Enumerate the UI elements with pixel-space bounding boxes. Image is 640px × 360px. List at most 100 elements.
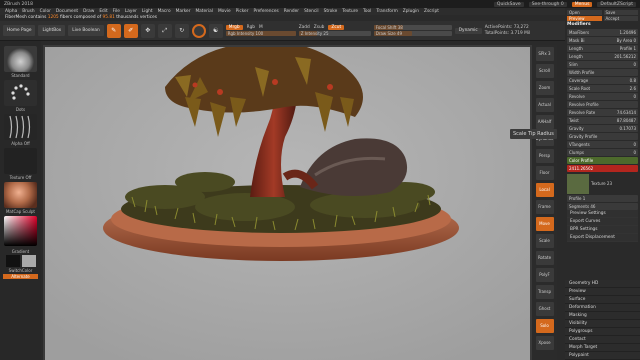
- menu-stroke[interactable]: Stroke: [324, 9, 338, 14]
- export-displacement-item[interactable]: Export Displacement: [567, 234, 638, 242]
- surface-item[interactable]: Surface: [565, 296, 640, 304]
- modifier-row[interactable]: Color Profile: [567, 157, 638, 164]
- menu-document[interactable]: Document: [56, 9, 78, 14]
- local-button[interactable]: Local: [535, 183, 554, 197]
- actual-button[interactable]: Actual: [535, 98, 554, 112]
- modifier-row[interactable]: Revolve Profile: [567, 101, 638, 108]
- spix-button[interactable]: SPix 3: [535, 47, 554, 61]
- menu-stencil[interactable]: Stencil: [304, 9, 319, 14]
- move-view-button[interactable]: Move: [535, 217, 554, 231]
- zoom-button[interactable]: Zoom: [535, 81, 554, 95]
- menu-texture[interactable]: Texture: [342, 9, 358, 14]
- alternate-button[interactable]: Alternate: [3, 274, 38, 279]
- masking-item[interactable]: Masking: [565, 312, 640, 320]
- contact-item[interactable]: Contact: [565, 336, 640, 344]
- menu-color[interactable]: Color: [40, 9, 51, 14]
- polygroups-item[interactable]: Polygroups: [565, 328, 640, 336]
- color-swatch-button[interactable]: ☯: [208, 23, 223, 38]
- menu-edit[interactable]: Edit: [99, 9, 107, 14]
- preview-settings-item[interactable]: Preview Settings: [567, 210, 638, 218]
- switchcolor-label[interactable]: SwitchColor: [3, 268, 38, 273]
- xpose-button[interactable]: Xpose: [535, 336, 554, 350]
- menu-zplugin[interactable]: Zplugin: [403, 9, 419, 14]
- dynamic-button[interactable]: Dynamic: [454, 27, 482, 34]
- ghost-button[interactable]: Ghost: [535, 302, 554, 316]
- bpr-settings-item[interactable]: BPR Settings: [567, 226, 638, 234]
- modifier-row[interactable]: Slim 0: [567, 61, 638, 68]
- m-button[interactable]: M: [259, 25, 263, 30]
- zcut-button[interactable]: Zcut: [328, 25, 345, 30]
- menu-draw[interactable]: Draw: [83, 9, 94, 14]
- rotate-view-button[interactable]: Rotate: [535, 251, 554, 265]
- default-zscript-button[interactable]: DefaultZScript: [597, 1, 636, 7]
- transp-button[interactable]: Transp: [535, 285, 554, 299]
- modifiers-header[interactable]: Modifiers: [567, 22, 638, 28]
- document-canvas[interactable]: [45, 47, 530, 360]
- material-selector[interactable]: [4, 182, 37, 208]
- lightbox-tab[interactable]: LightBox: [38, 25, 66, 36]
- menu-alpha[interactable]: Alpha: [5, 9, 17, 14]
- mrgb-button[interactable]: Mrgb: [225, 25, 243, 30]
- home-page-tab[interactable]: Home Page: [3, 25, 36, 36]
- modifier-row[interactable]: Revolve Rate 74.63414: [567, 109, 638, 116]
- geometry-hd-item[interactable]: Geometry HD: [565, 280, 640, 288]
- modifier-row[interactable]: Width Profile: [567, 69, 638, 76]
- polypaint-item[interactable]: Polypaint: [565, 352, 640, 360]
- edit-mode-button[interactable]: ✎: [106, 23, 121, 38]
- rgb-button[interactable]: Rgb: [247, 25, 255, 30]
- modifier-row[interactable]: Length Profile 1: [567, 45, 638, 52]
- zsub-button[interactable]: Zsub: [314, 25, 325, 30]
- export-curves-item[interactable]: Export Curves: [567, 218, 638, 226]
- polyf-button[interactable]: PolyF: [535, 268, 554, 282]
- preview-item[interactable]: Preview: [565, 288, 640, 296]
- brush-selector[interactable]: [4, 46, 37, 72]
- modifier-row[interactable]: Coverage 0.8: [567, 77, 638, 84]
- draw-size-slider[interactable]: Draw Size 49: [373, 31, 452, 36]
- menus-button[interactable]: Menus: [571, 1, 593, 7]
- modifier-row[interactable]: Mask Bi By Area 0: [567, 37, 638, 44]
- stroke-selector[interactable]: [4, 80, 37, 106]
- menu-preferences[interactable]: Preferences: [253, 9, 278, 14]
- modifier-row[interactable]: MaxFibers 1.20496: [567, 29, 638, 36]
- main-color-swatch[interactable]: [5, 255, 20, 267]
- length-value-field[interactable]: 2411.26562: [567, 165, 638, 172]
- menu-brush[interactable]: Brush: [22, 9, 34, 14]
- menu-light[interactable]: Light: [142, 9, 153, 14]
- accept-button[interactable]: Accept: [603, 16, 638, 21]
- scale-view-button[interactable]: Scale: [535, 234, 554, 248]
- save-button[interactable]: Save: [603, 10, 638, 15]
- modifier-row[interactable]: Gravity Profile: [567, 133, 638, 140]
- scale-mode-button[interactable]: ⤢: [157, 23, 172, 38]
- secondary-color-swatch[interactable]: [21, 255, 36, 267]
- deformation-item[interactable]: Deformation: [565, 304, 640, 312]
- menu-movie[interactable]: Movie: [218, 9, 231, 14]
- modifier-row[interactable]: VTangents 0: [567, 141, 638, 148]
- rotate-mode-button[interactable]: ↻: [174, 23, 189, 38]
- profile-field[interactable]: Profile 1: [567, 195, 638, 202]
- persp-button[interactable]: Persp: [535, 149, 554, 163]
- menu-zscript[interactable]: Zscript: [424, 9, 439, 14]
- menu-transform[interactable]: Transform: [376, 9, 397, 14]
- texture-selector[interactable]: [4, 148, 37, 174]
- menu-file[interactable]: File: [113, 9, 120, 14]
- zadd-button[interactable]: Zadd: [299, 25, 310, 30]
- menu-layer[interactable]: Layer: [125, 9, 137, 14]
- material-sphere-icon[interactable]: [191, 23, 206, 38]
- modifier-row[interactable]: Clumps 0: [567, 149, 638, 156]
- morph-target-item[interactable]: Morph Target: [565, 344, 640, 352]
- solo-button[interactable]: Solo: [535, 319, 554, 333]
- see-through-slider[interactable]: See-through 0: [528, 1, 567, 7]
- visibility-item[interactable]: Visibility: [565, 320, 640, 328]
- alpha-selector[interactable]: [4, 114, 37, 140]
- modifier-row[interactable]: Scale Root 2.6: [567, 85, 638, 92]
- menu-macro[interactable]: Macro: [158, 9, 171, 14]
- rgb-intensity-slider[interactable]: Rgb Intensity 100: [225, 31, 296, 36]
- z-intensity-slider[interactable]: Z Intensity 25: [298, 31, 371, 36]
- quicksave-button[interactable]: QuickSave: [493, 1, 524, 7]
- modifier-row[interactable]: Twist 87.80487: [567, 117, 638, 124]
- menu-picker[interactable]: Picker: [236, 9, 249, 14]
- floor-button[interactable]: Floor: [535, 166, 554, 180]
- menu-tool[interactable]: Tool: [363, 9, 371, 14]
- live-boolean-tab[interactable]: Live Boolean: [68, 25, 104, 36]
- move-mode-button[interactable]: ✥: [140, 23, 155, 38]
